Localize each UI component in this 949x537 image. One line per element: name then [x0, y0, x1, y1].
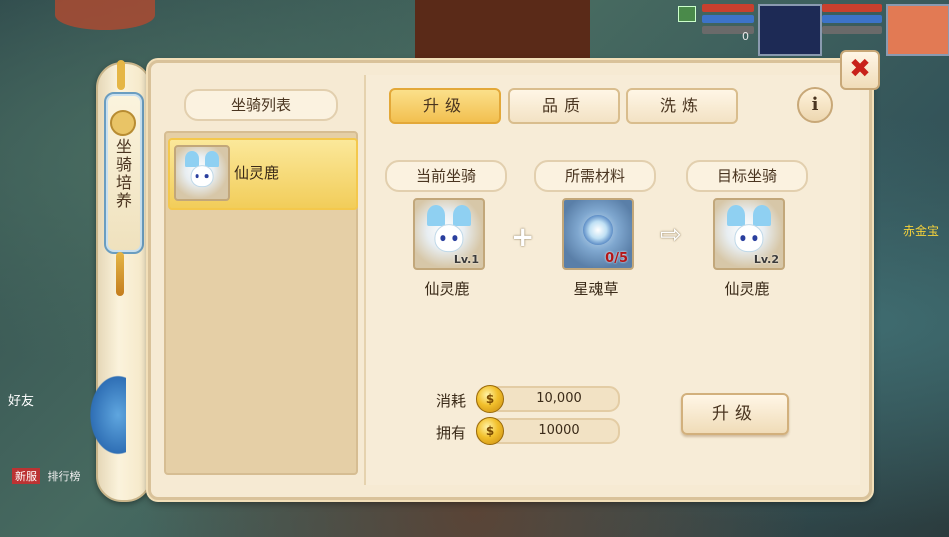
current-mount-level: Lv.1: [453, 253, 479, 266]
current-mount-slot[interactable]: Lv.1: [413, 198, 485, 270]
mount-list-item-name: 仙灵鹿: [234, 164, 280, 182]
server-badge: 新服: [12, 468, 40, 484]
side-tab-title: 坐骑培养: [113, 138, 132, 210]
cost-field: $ 10,000: [476, 385, 620, 413]
current-mount-header: 当前坐骑: [385, 160, 507, 192]
mount-thumbnail: [174, 145, 230, 201]
coin-icon: $: [476, 417, 504, 445]
cost-value: 10,000: [536, 391, 582, 406]
npc-name: 赤金宝: [903, 224, 940, 238]
cost-label: 消耗: [436, 392, 467, 410]
owned-label: 拥有: [436, 424, 467, 442]
hud-counter: 0: [742, 30, 749, 43]
material-name: 星魂草: [573, 280, 619, 298]
material-slot[interactable]: 0/5: [562, 198, 634, 270]
coin-icon: $: [476, 385, 504, 413]
star-soul-herb-icon: [583, 214, 613, 245]
required-material-header: 所需材料: [534, 160, 656, 192]
tab-refine[interactable]: 洗炼: [626, 88, 738, 124]
wave-decoration: [86, 370, 126, 460]
player-hp-mp-bars: [822, 4, 882, 37]
tab-upgrade[interactable]: 升级: [389, 88, 501, 124]
rank-entry[interactable]: 新服 排行榜: [12, 468, 81, 484]
rank-label: 排行榜: [47, 470, 81, 483]
knot-icon: [110, 110, 136, 136]
tassel-top-decoration: [117, 60, 125, 90]
target-mount-level: Lv.2: [753, 253, 779, 266]
player-avatar[interactable]: [886, 4, 949, 56]
tassel-bottom-decoration: [116, 252, 124, 296]
owned-value: 10000: [538, 423, 580, 438]
owned-field: $ 10000: [476, 417, 620, 445]
tab-quality[interactable]: 品质: [508, 88, 620, 124]
pet-portrait[interactable]: [758, 4, 822, 56]
info-button[interactable]: i: [797, 87, 833, 123]
close-button[interactable]: ✖: [840, 50, 880, 90]
background-door: [415, 0, 590, 64]
friend-label[interactable]: 好友: [8, 390, 34, 409]
background-rug: [55, 0, 155, 30]
target-mount-name: 仙灵鹿: [724, 280, 770, 298]
target-mount-slot[interactable]: Lv.2: [713, 198, 785, 270]
target-mount-header: 目标坐骑: [686, 160, 808, 192]
current-mount-name: 仙灵鹿: [424, 280, 470, 298]
mount-list-header: 坐骑列表: [184, 89, 338, 121]
upgrade-button[interactable]: 升级: [681, 393, 789, 435]
plus-icon: +: [511, 220, 535, 253]
material-count: 0/5: [605, 251, 628, 266]
hud-minimap-icon[interactable]: [678, 6, 696, 22]
arrow-right-icon: ⇨: [660, 220, 682, 250]
